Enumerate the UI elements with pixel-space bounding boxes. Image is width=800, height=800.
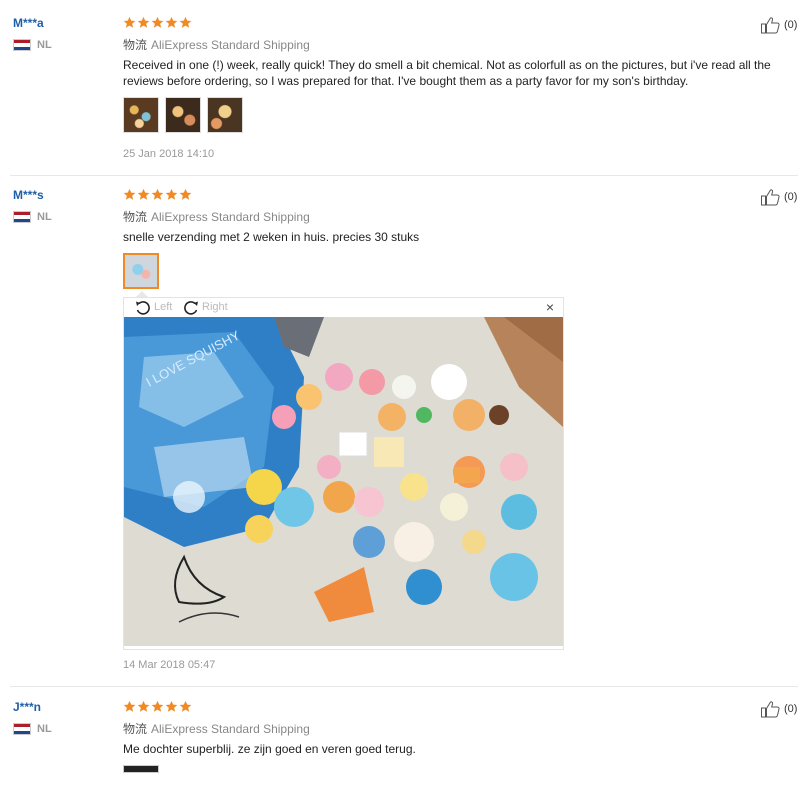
close-icon[interactable]: × [546,300,554,314]
rating-stars [123,16,192,29]
helpful-count: (0) [784,191,798,203]
review-photo-thumbnail[interactable] [123,765,159,773]
squishy-photo: I LOVE SQUISHY [124,317,563,646]
shipping-label: 物流 [123,722,148,736]
shipping-value: AliExpress Standard Shipping [151,722,310,736]
nl-flag-icon [13,723,31,735]
star-icon [165,700,178,713]
country-code: NL [37,211,52,223]
star-icon [123,16,136,29]
shipping-method: 物流 AliExpress Standard Shipping [123,208,310,225]
star-icon [123,188,136,201]
shipping-value: AliExpress Standard Shipping [151,210,310,224]
star-icon [123,700,136,713]
review-item: J***n NL 物流 AliExpress Standard Shipping … [0,687,800,800]
star-icon [165,188,178,201]
reviewer-country: NL [13,39,52,51]
review-text: Received in one (!) week, really quick! … [123,58,771,88]
helpful-count: (0) [784,703,798,715]
rotate-right-label: Right [202,301,228,313]
rotate-left-label: Left [154,301,173,313]
review-item: M***a NL 物流 AliExpress Standard Shipping … [0,0,800,176]
reviewer-name: M***a [13,16,44,30]
review-photo-thumbnail[interactable] [165,97,201,133]
review-text: Me dochter superblij. ze zijn goed en ve… [123,742,416,756]
shipping-label: 物流 [123,38,148,52]
thumbs-up-icon [760,16,782,34]
photo-viewer-toolbar: Left Right × [124,298,563,317]
review-date: 25 Jan 2018 14:10 [123,148,215,160]
shipping-label: 物流 [123,210,148,224]
star-icon [165,16,178,29]
star-icon [179,700,192,713]
rotate-right-button[interactable]: Right [182,299,228,315]
shipping-value: AliExpress Standard Shipping [151,38,310,52]
reviewer-name: J***n [13,700,42,714]
star-icon [137,188,150,201]
thumbs-up-icon [760,700,782,718]
star-icon [137,700,150,713]
review-date: 14 Mar 2018 05:47 [123,659,216,671]
reviewer-country: NL [13,211,52,223]
star-icon [151,700,164,713]
nl-flag-icon [13,39,31,51]
country-code: NL [37,39,52,51]
review-photos [123,765,159,773]
review-photos [123,97,243,133]
helpful-button[interactable]: (0) [760,188,797,206]
photo-viewer: Left Right × I LOVE SQUISHY [123,297,564,650]
country-code: NL [37,723,52,735]
star-icon [179,188,192,201]
helpful-count: (0) [784,19,798,31]
shipping-method: 物流 AliExpress Standard Shipping [123,36,310,53]
thumbs-up-icon [760,188,782,206]
review-photo-large: I LOVE SQUISHY [124,317,563,646]
nl-flag-icon [13,211,31,223]
star-icon [151,16,164,29]
reviewer-name: M***s [13,188,44,202]
reviewer-country: NL [13,723,52,735]
rating-stars [123,188,192,201]
rating-stars [123,700,192,713]
review-photo-thumbnail[interactable] [207,97,243,133]
star-icon [179,16,192,29]
review-text: snelle verzending met 2 weken in huis. p… [123,230,420,244]
rotate-right-icon [182,299,200,315]
star-icon [151,188,164,201]
helpful-button[interactable]: (0) [760,16,797,34]
review-photos [123,253,159,289]
rotate-left-icon [134,299,152,315]
star-icon [137,16,150,29]
shipping-method: 物流 AliExpress Standard Shipping [123,720,310,737]
review-photo-thumbnail[interactable] [123,97,159,133]
rotate-left-button[interactable]: Left [134,299,172,315]
review-photo-thumbnail-selected[interactable] [123,253,159,289]
helpful-button[interactable]: (0) [760,700,797,718]
